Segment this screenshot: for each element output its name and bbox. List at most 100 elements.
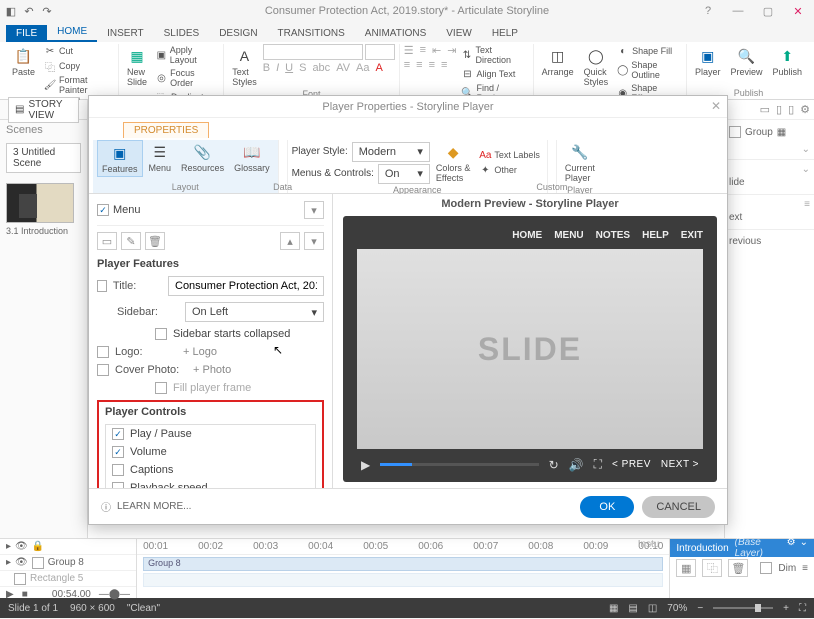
menu-dropdown[interactable]: ▾ bbox=[304, 201, 324, 219]
tab-animations[interactable]: ANIMATIONS bbox=[355, 25, 436, 42]
text-direction-button[interactable]: ⇅Text Direction bbox=[458, 44, 528, 66]
tl-play-icon[interactable]: ▶ bbox=[6, 589, 14, 600]
preview-button[interactable]: 🔍Preview bbox=[726, 44, 766, 79]
copy-button[interactable]: ⿻Copy bbox=[41, 59, 114, 73]
font-picker[interactable] bbox=[263, 44, 363, 60]
cover-checkbox[interactable] bbox=[97, 364, 109, 376]
tab-design[interactable]: DESIGN bbox=[209, 25, 267, 42]
minimize-icon[interactable]: — bbox=[726, 2, 750, 20]
align-text-button[interactable]: ⊟Align Text bbox=[458, 67, 528, 81]
collapsed-checkbox[interactable] bbox=[155, 328, 167, 340]
properties-tab[interactable]: PROPERTIES bbox=[123, 122, 209, 138]
cancel-button[interactable]: CANCEL bbox=[642, 496, 715, 518]
chevron-down-icon[interactable]: ⌄ bbox=[800, 537, 808, 559]
title-input[interactable] bbox=[168, 276, 324, 296]
tab-view[interactable]: VIEW bbox=[436, 25, 482, 42]
move-down-icon[interactable]: ▾ bbox=[304, 232, 324, 250]
nav-notes[interactable]: NOTES bbox=[596, 230, 630, 241]
fill-frame-checkbox[interactable] bbox=[155, 382, 167, 394]
tl-layer-2[interactable]: Rectangle 5 bbox=[30, 573, 83, 584]
tl-clip-2[interactable] bbox=[143, 573, 663, 587]
new-slide-button[interactable]: ▦New Slide bbox=[123, 44, 151, 89]
device-desktop-icon[interactable]: ▭ bbox=[760, 103, 770, 116]
group-icon[interactable]: ▦ bbox=[777, 127, 786, 138]
story-view-button[interactable]: ▤STORY VIEW bbox=[8, 97, 79, 123]
publish-button[interactable]: ⬆Publish bbox=[768, 44, 806, 79]
device-tablet-icon[interactable]: ▯ bbox=[776, 103, 782, 116]
tl-layer-1[interactable]: Group 8 bbox=[48, 557, 84, 568]
tab-transitions[interactable]: TRANSITIONS bbox=[268, 25, 355, 42]
device-phone-icon[interactable]: ▯ bbox=[788, 103, 794, 116]
tab-home[interactable]: HOME bbox=[47, 23, 97, 42]
features-button[interactable]: ▣Features bbox=[97, 140, 143, 177]
rt-item-1[interactable]: lide bbox=[729, 175, 810, 190]
help-icon[interactable]: ? bbox=[696, 2, 720, 20]
play-pause-checkbox[interactable] bbox=[112, 428, 124, 440]
quick-styles-button[interactable]: ◯Quick Styles bbox=[580, 44, 613, 89]
align-center-icon[interactable]: ≡ bbox=[416, 59, 422, 71]
layer-del-icon[interactable]: 🗑 bbox=[728, 559, 748, 577]
delete-icon[interactable]: 🗑 bbox=[145, 232, 165, 250]
layer-header[interactable]: Introduction (Base Layer)⚙⌄ bbox=[670, 539, 814, 557]
zoom-slider[interactable] bbox=[713, 607, 773, 609]
case-button[interactable]: Aa bbox=[356, 62, 369, 74]
fullscreen-icon[interactable]: ⛶ bbox=[594, 457, 602, 472]
player-style-select[interactable]: Modern▾ bbox=[352, 142, 430, 162]
redo-icon[interactable]: ↷ bbox=[40, 4, 54, 18]
zoom-out-icon[interactable]: − bbox=[697, 603, 703, 614]
player-button[interactable]: ▣Player bbox=[691, 44, 725, 79]
learn-more[interactable]: ⓘLEARN MORE... bbox=[101, 499, 191, 514]
layer-menu-icon[interactable]: ≡ bbox=[802, 563, 808, 574]
underline-button[interactable]: U bbox=[285, 62, 293, 74]
glossary-button[interactable]: 📖Glossary bbox=[230, 140, 274, 175]
align-right-icon[interactable]: ≡ bbox=[429, 59, 435, 71]
paste-button[interactable]: 📋Paste bbox=[8, 44, 39, 79]
ok-button[interactable]: OK bbox=[580, 496, 634, 518]
justify-icon[interactable]: ≡ bbox=[441, 59, 447, 71]
text-styles-button[interactable]: AText Styles bbox=[228, 44, 261, 89]
font-size[interactable] bbox=[365, 44, 395, 60]
captions-checkbox[interactable] bbox=[112, 464, 124, 476]
shape-fill-button[interactable]: ◐Shape Fill bbox=[614, 44, 682, 58]
tl-stop-icon[interactable]: ■ bbox=[22, 589, 28, 600]
apply-layout-button[interactable]: ▣Apply Layout bbox=[153, 44, 219, 66]
next-button[interactable]: NEXT > bbox=[661, 459, 699, 470]
view-1-icon[interactable]: ▦ bbox=[609, 603, 618, 614]
move-up-icon[interactable]: ▴ bbox=[280, 232, 300, 250]
colors-effects-button[interactable]: ◆Colors & Effects bbox=[432, 140, 475, 185]
tl-expand-icon[interactable]: ▸ bbox=[6, 541, 11, 552]
add-photo-link[interactable]: + Photo bbox=[193, 364, 231, 376]
tab-file[interactable]: FILE bbox=[6, 25, 47, 42]
nav-home[interactable]: HOME bbox=[512, 230, 542, 241]
add-icon[interactable]: ▭ bbox=[97, 232, 117, 250]
nav-exit[interactable]: EXIT bbox=[681, 230, 703, 241]
view-2-icon[interactable]: ▤ bbox=[628, 603, 637, 614]
menu-button[interactable]: ☰Menu bbox=[145, 140, 176, 175]
italic-button[interactable]: I bbox=[276, 62, 279, 74]
tab-help[interactable]: HELP bbox=[482, 25, 528, 42]
font-color-button[interactable]: A bbox=[376, 62, 383, 74]
prev-button[interactable]: < PREV bbox=[612, 459, 651, 470]
speed-checkbox[interactable] bbox=[112, 482, 124, 488]
strike-button[interactable]: S bbox=[299, 62, 306, 74]
align-left-icon[interactable]: ≡ bbox=[404, 59, 410, 71]
layer-add-icon[interactable]: ▦ bbox=[676, 559, 696, 577]
rt-item-2[interactable]: ext bbox=[729, 210, 810, 225]
group-checkbox[interactable] bbox=[729, 126, 741, 138]
slide-thumb[interactable]: 3.1 Introduction bbox=[6, 183, 81, 236]
view-3-icon[interactable]: ◫ bbox=[648, 603, 657, 614]
text-labels-button[interactable]: AaText Labels bbox=[476, 148, 543, 162]
gear-icon[interactable]: ⚙ bbox=[800, 103, 810, 116]
seek-bar[interactable] bbox=[380, 463, 538, 466]
focus-order-button[interactable]: ◎Focus Order bbox=[153, 67, 219, 89]
highlight-button[interactable]: AV bbox=[336, 62, 350, 74]
arrange-button[interactable]: ◫Arrange bbox=[538, 44, 578, 79]
volume-icon[interactable]: 🔊 bbox=[569, 458, 584, 472]
tab-insert[interactable]: INSERT bbox=[97, 25, 154, 42]
dialog-close-icon[interactable]: ✕ bbox=[711, 99, 721, 113]
logo-checkbox[interactable] bbox=[97, 346, 109, 358]
nav-menu[interactable]: MENU bbox=[554, 230, 583, 241]
current-player-button[interactable]: 🔧Current Player bbox=[561, 140, 599, 185]
settings-icon[interactable]: ⚙ bbox=[787, 537, 796, 559]
zoom-in-icon[interactable]: + bbox=[783, 603, 789, 614]
